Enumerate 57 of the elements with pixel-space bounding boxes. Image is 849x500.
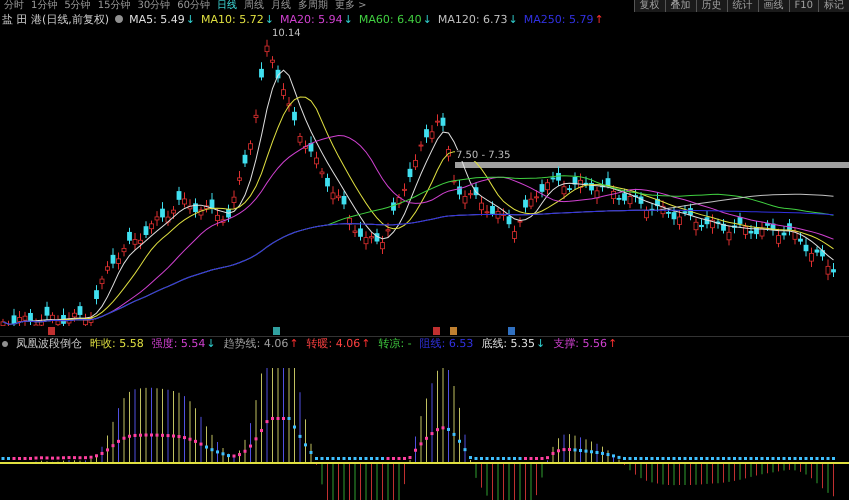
indicator-title: 凤凰波段倒仓 <box>16 336 82 352</box>
trend-arrow: ↓ <box>536 337 546 350</box>
period-tab[interactable]: 日线 <box>216 0 237 12</box>
trend-arrow: ↓ <box>264 12 274 26</box>
trend-arrow: ↓ <box>508 12 518 26</box>
indicator-reading: 支撑: 5.56 <box>553 336 607 352</box>
circle-icon[interactable] <box>115 15 124 23</box>
high-price-label: 10.14 <box>271 28 302 39</box>
signal-marker-icon[interactable] <box>48 327 55 335</box>
trend-arrow: ↑ <box>594 12 604 26</box>
signal-marker-icon[interactable] <box>508 327 515 335</box>
toolbar-button[interactable]: 标记 <box>818 0 849 12</box>
moving-average-reading: MA60: 6.40 <box>358 12 422 26</box>
indicator-reading: 转凉: - <box>378 336 412 352</box>
stock-title: 盐 田 港(日线,前复权) <box>2 12 110 26</box>
period-tab[interactable]: 分时 <box>4 0 24 12</box>
indicator-reading: 强度: 5.54 <box>152 336 206 352</box>
candlestick <box>446 145 451 162</box>
period-tab[interactable]: 5分钟 <box>64 0 91 12</box>
period-tab[interactable]: 15分钟 <box>98 0 130 12</box>
circle-icon[interactable] <box>2 340 8 348</box>
moving-average-reading: MA10: 5.72 <box>201 12 264 26</box>
period-tab[interactable]: 1分钟 <box>31 0 58 12</box>
period-tab[interactable]: 月线 <box>270 0 291 12</box>
indicator-reading: 转暖: 4.06 <box>306 336 360 352</box>
signal-marker-icon[interactable] <box>450 327 457 335</box>
moving-average-reading: MA20: 5.94 <box>280 12 343 26</box>
toolbar-button[interactable]: 画线 <box>758 0 789 12</box>
indicator-reading: 底线: 5.35 <box>481 336 536 352</box>
moving-average-reading: MA120: 6.73 <box>438 12 508 26</box>
signal-marker-icon[interactable] <box>273 327 280 335</box>
toolbar-button[interactable]: 叠加 <box>664 0 696 12</box>
trend-arrow: ↓ <box>422 12 432 26</box>
indicator-reading: 趋势线: 4.06 <box>224 336 288 352</box>
toolbar-button[interactable]: F10 <box>788 0 818 12</box>
period-tab[interactable]: 更多 > <box>334 0 367 12</box>
candlestick <box>254 108 258 124</box>
toolbar-button[interactable]: 复权 <box>634 0 665 12</box>
period-tab[interactable]: 周线 <box>244 0 264 12</box>
period-tab[interactable]: 30分钟 <box>137 0 170 12</box>
indicator-reading: 阻线: 6.53 <box>420 336 474 352</box>
period-tab[interactable]: 多周期 <box>298 0 328 12</box>
trend-arrow: ↑ <box>361 337 370 350</box>
trend-arrow: ↑ <box>289 337 299 350</box>
moving-average-reading: MA250: 5.79 <box>524 12 594 26</box>
period-tab[interactable]: 60分钟 <box>177 0 210 12</box>
indicator-reading: 昨收: 5.58 <box>90 336 144 352</box>
signal-marker-icon[interactable] <box>433 327 440 335</box>
moving-average-reading: MA5: 5.49 <box>129 12 185 26</box>
trend-arrow: ↓ <box>186 12 196 26</box>
toolbar-button[interactable]: 历史 <box>696 0 727 12</box>
candlestick <box>237 170 242 186</box>
trend-arrow: ↓ <box>206 337 216 350</box>
trend-arrow: ↓ <box>344 12 353 26</box>
candlestick <box>259 62 264 81</box>
trend-arrow: ↑ <box>608 337 618 350</box>
range-label: 7.50 - 7.35 <box>455 150 512 161</box>
